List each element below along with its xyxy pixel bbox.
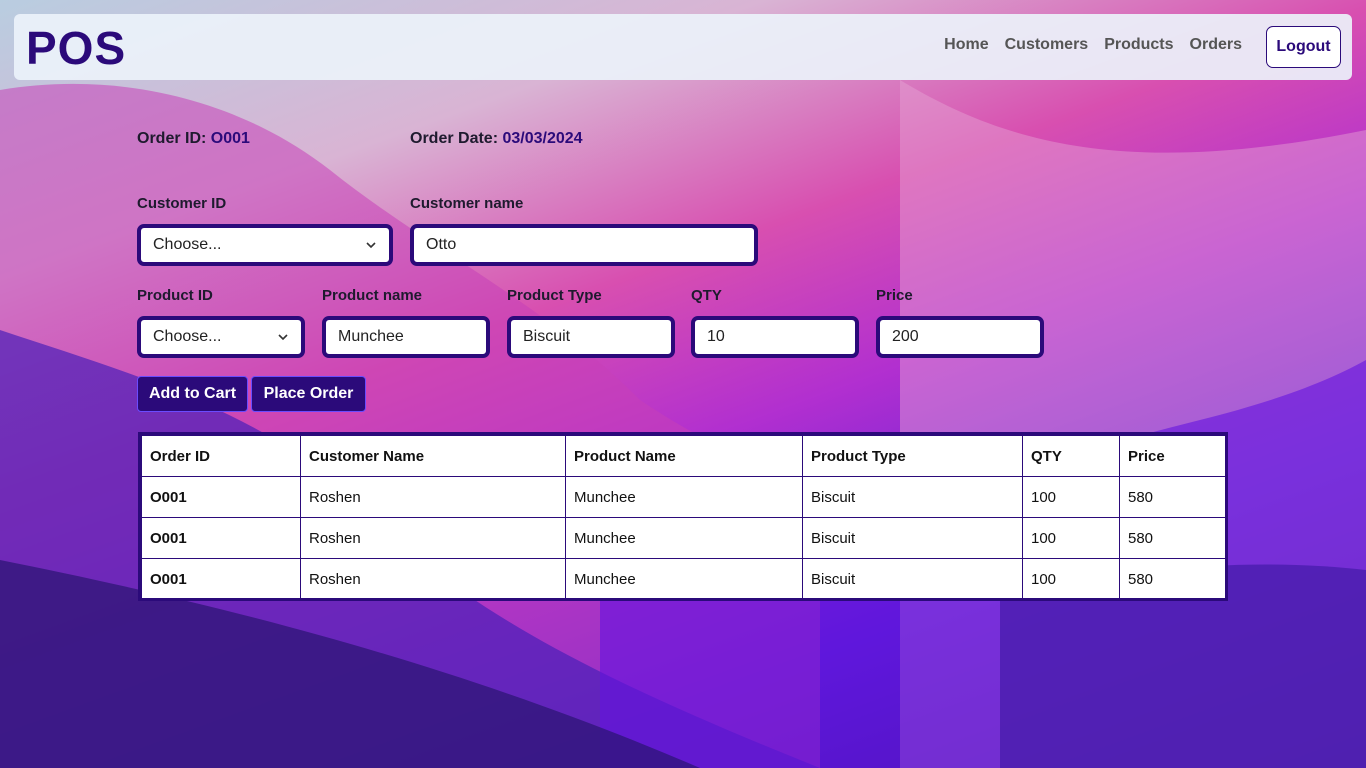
header-qty: QTY [1022, 435, 1120, 477]
order-date-label: Order Date: [410, 130, 499, 147]
logo-text: POS [26, 26, 126, 68]
nav-links: Home Customers Products Orders [944, 36, 1242, 54]
product-id-select[interactable]: Choose... [137, 316, 305, 358]
add-to-cart-button[interactable]: Add to Cart [137, 376, 248, 412]
cell-product-name: Munchee [565, 517, 803, 559]
chevron-down-icon [278, 334, 288, 341]
price-field[interactable] [876, 316, 1044, 358]
place-order-button[interactable]: Place Order [251, 376, 366, 412]
customer-id-select[interactable]: Choose... [137, 224, 393, 266]
cart-table: Order ID Customer Name Product Name Prod… [138, 432, 1228, 601]
cell-product-type: Biscuit [802, 558, 1023, 600]
product-name-label: Product name [322, 287, 423, 304]
cell-qty: 100 [1022, 517, 1120, 559]
customer-name-field[interactable] [410, 224, 758, 266]
cell-order-id: O001 [141, 476, 301, 518]
pos-logo[interactable]: POS [26, 26, 128, 68]
nav-customers-link[interactable]: Customers [1005, 36, 1089, 54]
nav-orders-link[interactable]: Orders [1190, 36, 1242, 54]
cell-product-name: Munchee [565, 558, 803, 600]
nav-products-link[interactable]: Products [1104, 36, 1173, 54]
order-date-info: Order Date: 03/03/2024 [410, 130, 583, 148]
qty-label: QTY [691, 287, 722, 304]
cell-order-id: O001 [141, 517, 301, 559]
product-name-field[interactable] [322, 316, 490, 358]
product-type-label: Product Type [507, 287, 602, 304]
qty-field[interactable] [691, 316, 859, 358]
header-customer-name: Customer Name [300, 435, 566, 477]
cell-customer-name: Roshen [300, 476, 566, 518]
header-product-type: Product Type [802, 435, 1023, 477]
header-order-id: Order ID [141, 435, 301, 477]
table-row[interactable]: O001 Roshen Munchee Biscuit 100 580 [141, 558, 1226, 600]
order-id-info: Order ID: O001 [137, 130, 250, 148]
cell-customer-name: Roshen [300, 558, 566, 600]
customer-id-selected: Choose... [153, 236, 222, 253]
order-id-value: O001 [210, 130, 250, 147]
product-id-selected: Choose... [153, 328, 222, 345]
price-label: Price [876, 287, 913, 304]
product-id-label: Product ID [137, 287, 213, 304]
customer-name-label: Customer name [410, 195, 524, 212]
nav-home-link[interactable]: Home [944, 36, 988, 54]
cell-customer-name: Roshen [300, 517, 566, 559]
logout-button[interactable]: Logout [1266, 26, 1341, 68]
cell-price: 580 [1119, 558, 1226, 600]
header-product-name: Product Name [565, 435, 803, 477]
cell-order-id: O001 [141, 558, 301, 600]
cell-product-type: Biscuit [802, 476, 1023, 518]
navbar: POS Home Customers Products Orders Logou… [14, 14, 1352, 80]
chevron-down-icon [366, 242, 376, 249]
cell-product-type: Biscuit [802, 517, 1023, 559]
cell-price: 580 [1119, 517, 1226, 559]
header-price: Price [1119, 435, 1226, 477]
order-id-label: Order ID: [137, 130, 207, 147]
order-page: Order ID: O001 Order Date: 03/03/2024 Cu… [0, 0, 1366, 768]
order-date-value: 03/03/2024 [502, 130, 583, 147]
cell-qty: 100 [1022, 558, 1120, 600]
cell-price: 580 [1119, 476, 1226, 518]
cell-qty: 100 [1022, 476, 1120, 518]
customer-id-label: Customer ID [137, 195, 227, 212]
table-row[interactable]: O001 Roshen Munchee Biscuit 100 580 [141, 476, 1226, 518]
table-header-row: Order ID Customer Name Product Name Prod… [141, 435, 1226, 477]
table-row[interactable]: O001 Roshen Munchee Biscuit 100 580 [141, 517, 1226, 559]
cell-product-name: Munchee [565, 476, 803, 518]
product-type-field[interactable] [507, 316, 675, 358]
